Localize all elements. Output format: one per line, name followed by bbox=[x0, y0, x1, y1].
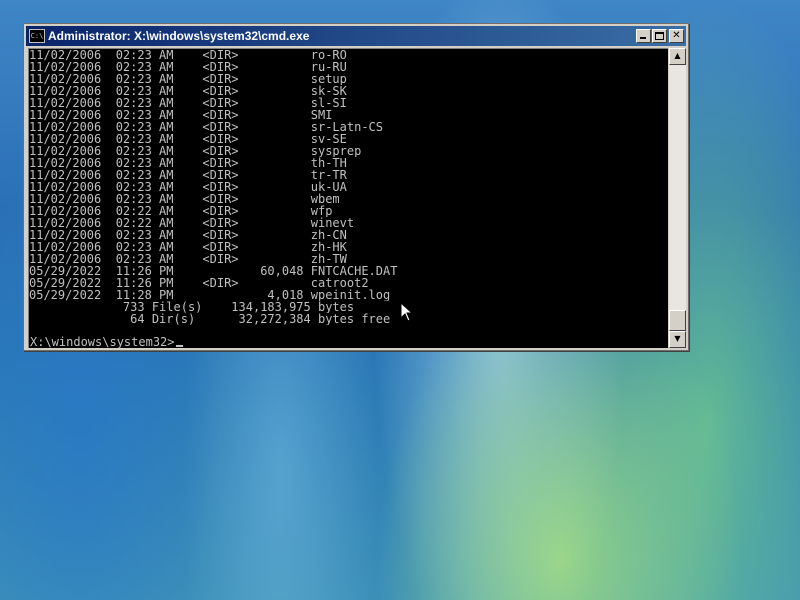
console-line: 11/02/2006 02:23 AM <DIR> sl-SI bbox=[29, 97, 347, 109]
console-line: 11/02/2006 02:23 AM <DIR> ro-RO bbox=[29, 49, 347, 61]
console-output[interactable]: 11/02/2006 02:23 AM <DIR> ro-RO 11/02/200… bbox=[28, 48, 668, 348]
prompt-text: X:\windows\system32> bbox=[30, 335, 175, 348]
vertical-scrollbar[interactable]: ▲ ▼ bbox=[669, 48, 686, 348]
close-button[interactable]: ✕ bbox=[669, 29, 684, 43]
minimize-button[interactable] bbox=[636, 29, 651, 43]
minimize-icon bbox=[640, 37, 646, 39]
console-line: 05/29/2022 11:26 PM <DIR> catroot2 bbox=[29, 277, 369, 289]
console-line: 11/02/2006 02:23 AM <DIR> SMI bbox=[29, 109, 333, 121]
arrow-up-icon: ▲ bbox=[674, 51, 681, 60]
window-title: Administrator: X:\windows\system32\cmd.e… bbox=[48, 29, 310, 43]
text-caret bbox=[175, 345, 183, 347]
console-lines: 11/02/2006 02:23 AM <DIR> ro-RO 11/02/200… bbox=[29, 49, 668, 325]
maximize-button[interactable] bbox=[652, 29, 667, 43]
console-icon[interactable]: C:\ bbox=[29, 29, 45, 43]
close-icon: ✕ bbox=[672, 30, 681, 41]
console-line: 11/02/2006 02:23 AM <DIR> tr-TR bbox=[29, 169, 347, 181]
console-line: 11/02/2006 02:23 AM <DIR> sysprep bbox=[29, 145, 362, 157]
console-line: 05/29/2022 11:26 PM 60,048 FNTCACHE.DAT bbox=[29, 265, 398, 277]
console-line: 05/29/2022 11:28 PM 4,018 wpeinit.log bbox=[29, 289, 391, 301]
console-line: 11/02/2006 02:23 AM <DIR> sr-Latn-CS bbox=[29, 121, 384, 133]
console-line: 64 Dir(s) 32,272,384 bytes free bbox=[29, 313, 391, 325]
console-line: 11/02/2006 02:23 AM <DIR> sk-SK bbox=[29, 85, 347, 97]
mouse-pointer-icon bbox=[400, 302, 414, 322]
scroll-thumb[interactable] bbox=[669, 310, 686, 331]
cmd-window[interactable]: C:\ Administrator: X:\windows\system32\c… bbox=[23, 23, 689, 351]
console-line: 11/02/2006 02:23 AM <DIR> zh-HK bbox=[29, 241, 347, 253]
command-prompt[interactable]: X:\windows\system32> bbox=[30, 336, 183, 348]
console-line: 11/02/2006 02:23 AM <DIR> zh-TW bbox=[29, 253, 347, 265]
desktop-background: C:\ Administrator: X:\windows\system32\c… bbox=[0, 0, 800, 600]
console-line: 11/02/2006 02:23 AM <DIR> uk-UA bbox=[29, 181, 347, 193]
title-bar[interactable]: C:\ Administrator: X:\windows\system32\c… bbox=[26, 26, 686, 46]
maximize-icon bbox=[655, 32, 664, 40]
console-line: 11/02/2006 02:23 AM <DIR> zh-CN bbox=[29, 229, 347, 241]
console-line: 11/02/2006 02:23 AM <DIR> ru-RU bbox=[29, 61, 347, 73]
arrow-down-icon: ▼ bbox=[674, 334, 681, 343]
console-line: 11/02/2006 02:23 AM <DIR> th-TH bbox=[29, 157, 347, 169]
console-line: 733 File(s) 134,183,975 bytes bbox=[29, 301, 355, 313]
console-line: 11/02/2006 02:23 AM <DIR> setup bbox=[29, 73, 347, 85]
console-line: 11/02/2006 02:23 AM <DIR> sv-SE bbox=[29, 133, 347, 145]
console-line: 11/02/2006 02:22 AM <DIR> wfp bbox=[29, 205, 333, 217]
scroll-up-button[interactable]: ▲ bbox=[669, 48, 686, 65]
scroll-down-button[interactable]: ▼ bbox=[669, 331, 686, 348]
console-line: 11/02/2006 02:23 AM <DIR> wbem bbox=[29, 193, 340, 205]
console-line: 11/02/2006 02:22 AM <DIR> winevt bbox=[29, 217, 355, 229]
